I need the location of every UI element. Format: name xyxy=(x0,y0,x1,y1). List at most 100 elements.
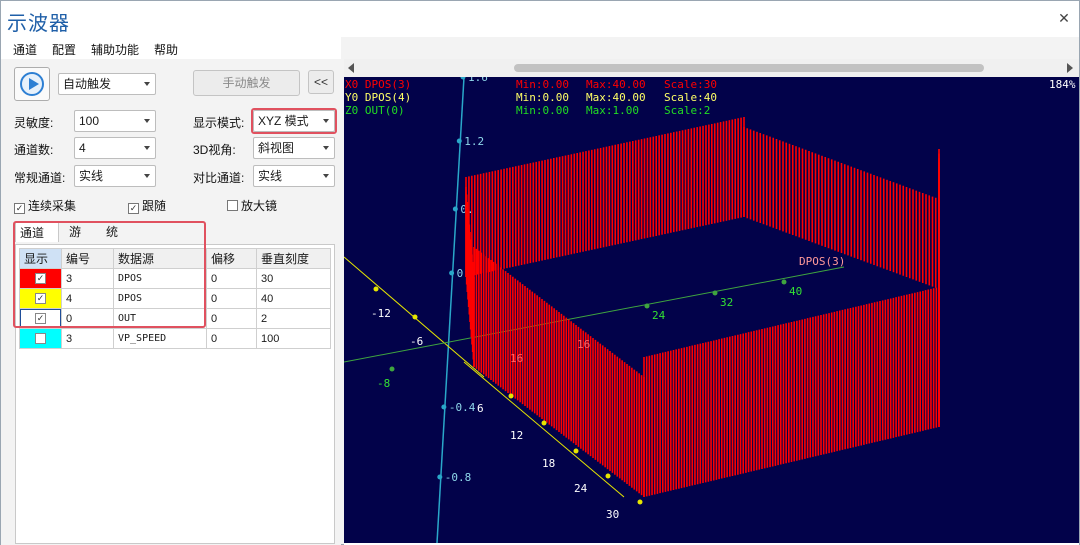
display-mode-label: 显示模式: xyxy=(193,116,245,130)
cell-scale: 100 xyxy=(256,328,331,349)
check-icon: ✓ xyxy=(128,203,139,214)
sensitivity-select[interactable]: 100 xyxy=(74,110,156,132)
legend-min: Min:0.00 xyxy=(516,91,569,104)
scroll-right-icon[interactable] xyxy=(1067,63,1073,73)
y-tick-label: 30 xyxy=(606,508,619,521)
x-neg-tick-label: -8 xyxy=(377,377,390,390)
legend-scale: Scale:30 xyxy=(664,78,717,91)
cell-scale: 30 xyxy=(256,268,331,289)
x-neg-tick-label: -12 xyxy=(371,307,391,320)
channel-table-highlight xyxy=(13,221,206,328)
table-row[interactable]: 3 VP_SPEED 0 100 xyxy=(19,328,331,349)
scrollbar-thumb[interactable] xyxy=(514,64,984,72)
menu-channel[interactable]: 通道 xyxy=(13,41,37,58)
legend-name: Y0 DPOS(4) xyxy=(345,91,411,104)
horizontal-scrollbar[interactable] xyxy=(344,59,1079,77)
col-scale[interactable]: 垂直刻度 xyxy=(256,248,331,269)
xyz-trace xyxy=(465,117,940,497)
legend-scale: Scale:2 xyxy=(664,104,710,117)
z-tick-label: 1.2 xyxy=(464,135,484,148)
x-tick-dot xyxy=(644,303,650,309)
y-tick-dot xyxy=(637,499,643,505)
xyz-plot-canvas[interactable]: 1.61.20.0.-0.4-0.8243240-12-6-8612182430… xyxy=(344,77,1079,543)
magnifier-checkbox[interactable]: 放大镜 xyxy=(227,197,277,214)
zoom-level: 184% xyxy=(1049,78,1076,91)
x-neg-tick-dot xyxy=(412,314,418,320)
unchecked-box-icon[interactable] xyxy=(35,333,46,344)
x-tick-dot xyxy=(781,279,787,285)
cell-offset: 0 xyxy=(206,308,257,329)
y-tick-dot xyxy=(508,393,514,399)
compare-channel-value: 实线 xyxy=(258,169,283,183)
cell-offset: 0 xyxy=(206,268,257,289)
y-tick-dot xyxy=(573,448,579,454)
x-neg-tick-dot xyxy=(389,366,395,372)
normal-channel-select[interactable]: 实线 xyxy=(74,165,156,187)
x-neg-tick-dot xyxy=(373,286,379,292)
follow-checkbox[interactable]: ✓ 跟随 xyxy=(128,197,166,214)
view3d-value: 斜视图 xyxy=(258,141,295,155)
sensitivity-value: 100 xyxy=(79,114,100,128)
follow-label: 跟随 xyxy=(142,199,167,213)
oscilloscope-window: 示波器 ✕ 通道 配置 辅助功能 帮助 自动触发 手动触发 << 灵敏度: 10… xyxy=(0,0,1080,545)
legend-max: Max:1.00 xyxy=(586,104,639,117)
compare-channel-label: 对比通道: xyxy=(193,171,245,185)
channels-label: 通道数: xyxy=(14,143,54,157)
magnifier-label: 放大镜 xyxy=(241,199,278,213)
cell-source: VP_SPEED xyxy=(113,328,207,349)
sensitivity-label: 灵敏度: xyxy=(14,116,54,130)
check-icon: ✓ xyxy=(14,203,25,214)
chevron-down-icon xyxy=(323,174,329,178)
play-icon xyxy=(20,72,44,96)
display-mode-highlight xyxy=(251,108,337,134)
menu-config[interactable]: 配置 xyxy=(52,41,76,58)
control-panel: 自动触发 手动触发 << 灵敏度: 100 显示模式: XYZ 模式 通道数: … xyxy=(1,59,341,545)
close-icon[interactable]: ✕ xyxy=(1055,9,1073,27)
compare-channel-select[interactable]: 实线 xyxy=(253,165,335,187)
legend-min: Min:0.00 xyxy=(516,78,569,91)
y-tick-label: 24 xyxy=(574,482,588,495)
x-neg-tick-label: -6 xyxy=(410,335,423,348)
channels-value: 4 xyxy=(79,141,86,155)
col-offset[interactable]: 偏移 xyxy=(206,248,257,269)
cell-number: 3 xyxy=(61,328,114,349)
z-tick-label: 1.6 xyxy=(468,77,488,84)
z-tick-dot xyxy=(460,77,466,80)
chevron-down-icon xyxy=(323,146,329,150)
menu-help[interactable]: 帮助 xyxy=(154,41,178,58)
manual-trigger-button[interactable]: 手动触发 xyxy=(193,70,300,96)
chevron-down-icon xyxy=(144,174,150,178)
y-tick-label: 18 xyxy=(542,457,555,470)
x-tick-dot xyxy=(712,290,718,296)
legend-name: X0 DPOS(3) xyxy=(345,78,411,91)
channels-select[interactable]: 4 xyxy=(74,137,156,159)
collapse-panel-button[interactable]: << xyxy=(308,70,334,94)
normal-channel-value: 实线 xyxy=(79,169,104,183)
x-tick-label: 32 xyxy=(720,296,733,309)
z-tick-dot xyxy=(437,474,443,480)
run-button[interactable] xyxy=(14,67,50,101)
legend-name: Z0 OUT(0) xyxy=(345,104,405,117)
z-tick-dot xyxy=(441,404,447,410)
legend-min: Min:0.00 xyxy=(516,104,569,117)
z-tick-label: -0.4 xyxy=(449,401,476,414)
y-tick-dot xyxy=(605,473,611,479)
title-bar: 示波器 ✕ xyxy=(1,1,1079,37)
cell-scale: 40 xyxy=(256,288,331,309)
legend-max: Max:40.00 xyxy=(586,91,646,104)
window-title: 示波器 xyxy=(7,13,70,35)
y-tick-label: 6 xyxy=(477,402,484,415)
z-tick-dot xyxy=(449,270,455,276)
misc-label: 16 xyxy=(577,338,590,351)
menu-tools[interactable]: 辅助功能 xyxy=(91,41,139,58)
normal-channel-label: 常规通道: xyxy=(14,171,66,185)
trigger-mode-value: 自动触发 xyxy=(63,77,112,91)
trigger-mode-select[interactable]: 自动触发 xyxy=(58,73,156,95)
continuous-checkbox[interactable]: ✓ 连续采集 xyxy=(14,197,76,214)
scroll-left-icon[interactable] xyxy=(348,63,354,73)
x-tick-label: 40 xyxy=(789,285,802,298)
z-tick-dot xyxy=(456,138,462,144)
view3d-select[interactable]: 斜视图 xyxy=(253,137,335,159)
show-swatch[interactable] xyxy=(19,328,62,349)
cell-offset: 0 xyxy=(206,288,257,309)
